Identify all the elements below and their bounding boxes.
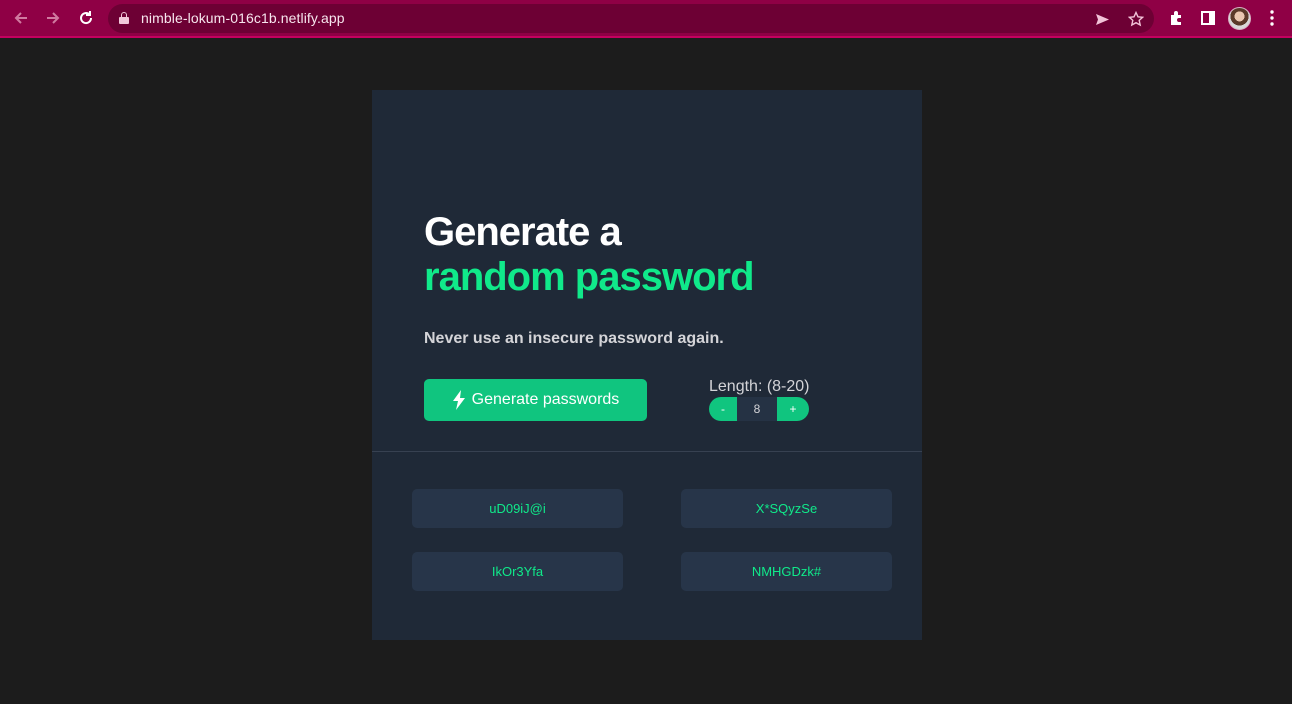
star-icon[interactable]	[1126, 9, 1146, 29]
increment-button[interactable]: +	[777, 397, 809, 421]
lock-icon[interactable]	[119, 12, 129, 24]
password-generator-card: Generate a random password Never use an …	[372, 90, 922, 640]
password-box-4[interactable]: NMHGDzk#	[681, 552, 892, 591]
profile-avatar[interactable]	[1228, 7, 1251, 30]
reload-icon[interactable]	[74, 7, 98, 29]
length-stepper: - 8 +	[709, 397, 809, 421]
decrement-button[interactable]: -	[709, 397, 737, 421]
puzzle-icon[interactable]	[1166, 8, 1186, 28]
address-bar[interactable]: nimble-lokum-016c1b.netlify.app	[108, 4, 1154, 33]
length-value[interactable]: 8	[737, 397, 777, 421]
side-panel-icon[interactable]	[1198, 8, 1218, 28]
forward-arrow-icon[interactable]	[41, 7, 65, 29]
back-arrow-icon[interactable]	[9, 7, 33, 29]
password-box-3[interactable]: IkOr3Yfa	[412, 552, 623, 591]
lightning-bolt-icon	[452, 390, 466, 410]
title-line-2: random password	[424, 255, 755, 299]
generate-passwords-button[interactable]: Generate passwords	[424, 379, 647, 421]
password-box-2[interactable]: X*SQyzSe	[681, 489, 892, 528]
password-box-1[interactable]: uD09iJ@i	[412, 489, 623, 528]
kebab-menu-icon[interactable]	[1262, 8, 1282, 28]
length-label: Length: (8-20)	[709, 378, 810, 395]
browser-toolbar: nimble-lokum-016c1b.netlify.app	[0, 0, 1292, 38]
title-line-1: Generate a	[424, 210, 622, 254]
send-tab-icon[interactable]	[1092, 9, 1112, 29]
subtitle: Never use an insecure password again.	[424, 330, 724, 347]
divider	[372, 451, 922, 452]
url-text[interactable]: nimble-lokum-016c1b.netlify.app	[141, 10, 345, 26]
page-title: Generate a random password	[424, 210, 755, 300]
generate-button-label: Generate passwords	[471, 391, 620, 408]
